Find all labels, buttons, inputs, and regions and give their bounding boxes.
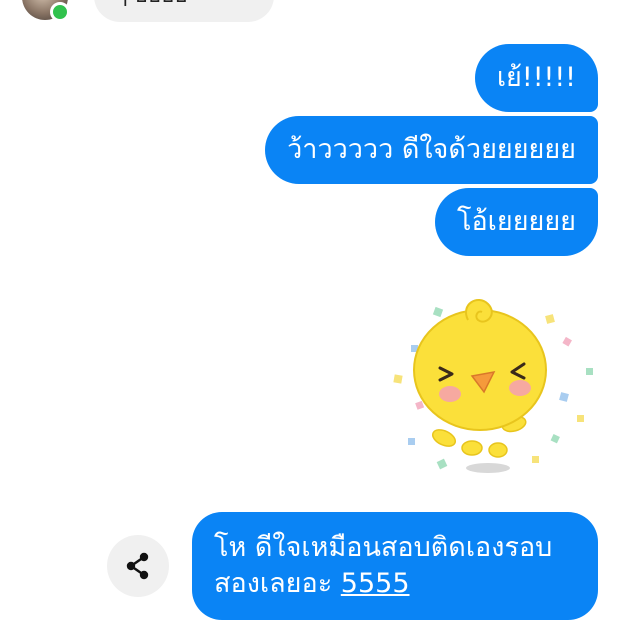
share-icon [126,552,149,580]
message-text-line: สองเลยอะ 5555 [214,566,576,602]
message-text-line: โห ดีใจเหมือนสอบติดเองรอบ [214,532,553,563]
incoming-message-text: ๆ อิอิอิอิ [116,0,188,8]
outgoing-message-bubble[interactable]: เย้!!!!! [474,44,598,112]
message-text: ว้าววววว ดีใจด้วยยยยยย [287,134,576,165]
message-link[interactable]: 5555 [341,568,410,599]
happy-yellow-chick-sticker-icon [393,299,593,473]
message-text: เย้!!!!! [496,62,576,93]
outgoing-message-bubble[interactable]: โอ้เยยยยย [434,188,598,256]
message-text: สองเลยอะ [214,568,333,599]
contact-avatar[interactable] [22,0,70,22]
online-status-dot [50,2,70,22]
outgoing-message-bubble[interactable]: ว้าววววว ดีใจด้วยยยยยย [265,116,598,184]
incoming-message-bubble[interactable]: ๆ อิอิอิอิ [94,0,274,22]
share-button[interactable] [107,535,169,597]
chat-screen: ๆ อิอิอิอิ เย้!!!!! ว้าววววว ดีใจด้วยยยย… [0,0,640,640]
outgoing-message-bubble[interactable]: โห ดีใจเหมือนสอบติดเองรอบ สองเลยอะ 5555 [192,512,598,620]
message-text: โอ้เยยยยย [456,206,576,237]
sticker-message[interactable] [380,290,600,490]
